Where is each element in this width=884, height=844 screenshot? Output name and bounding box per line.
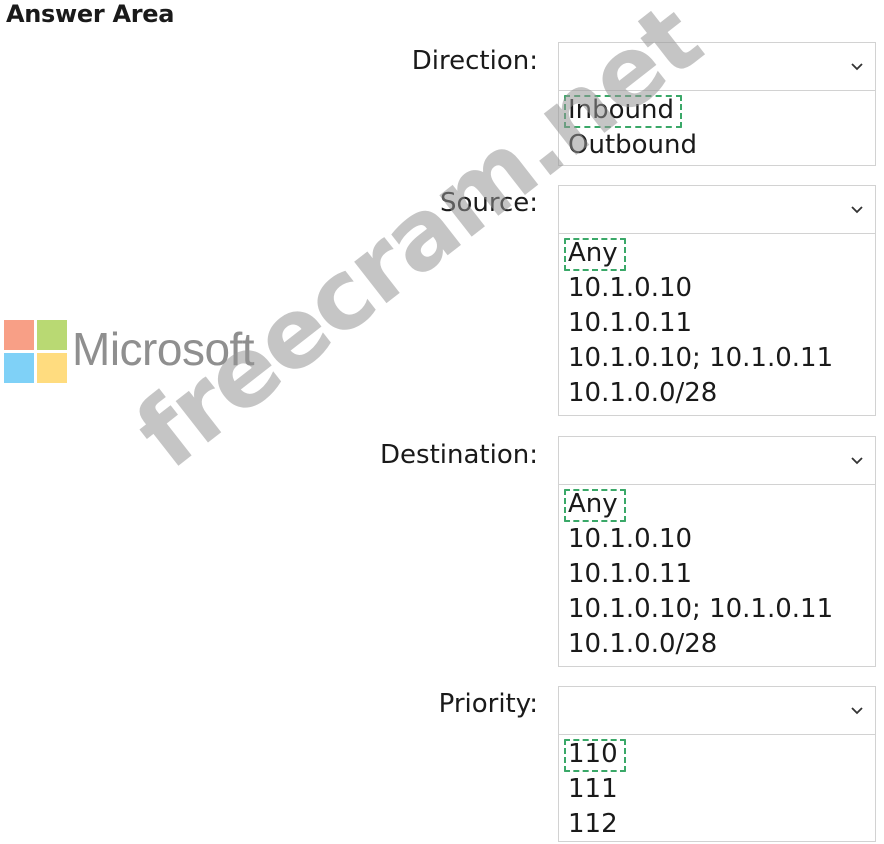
option-text: 111 [568, 774, 618, 804]
destination-option-both[interactable]: 10.1.0.10; 10.1.0.11 [568, 592, 875, 627]
direction-dropdown[interactable] [558, 42, 876, 90]
source-option-both[interactable]: 10.1.0.10; 10.1.0.11 [568, 341, 875, 376]
priority-label: Priority: [438, 689, 538, 719]
source-dropdown[interactable] [558, 185, 876, 233]
source-option-10-1-0-11[interactable]: 10.1.0.11 [568, 306, 875, 341]
priority-dropdown[interactable] [558, 686, 876, 734]
priority-option-110[interactable]: 110 [564, 737, 875, 772]
priority-option-112[interactable]: 112 [568, 807, 875, 842]
source-option-subnet[interactable]: 10.1.0.0/28 [568, 376, 875, 411]
option-text: 10.1.0.0/28 [568, 629, 718, 659]
destination-option-10-1-0-10[interactable]: 10.1.0.10 [568, 522, 875, 557]
option-text: 10.1.0.10 [568, 273, 693, 303]
destination-option-subnet[interactable]: 10.1.0.0/28 [568, 627, 875, 662]
answer-area-title: Answer Area [6, 0, 175, 28]
direction-options: Inbound Outbound [558, 90, 876, 166]
direction-option-outbound[interactable]: Outbound [568, 128, 875, 163]
destination-options: Any 10.1.0.10 10.1.0.11 10.1.0.10; 10.1.… [558, 484, 876, 667]
option-text: 10.1.0.11 [568, 559, 693, 589]
option-text: 10.1.0.11 [568, 308, 693, 338]
chevron-down-icon [851, 63, 863, 71]
chevron-down-icon [851, 457, 863, 465]
priority-options: 110 111 112 [558, 734, 876, 842]
destination-option-any[interactable]: Any [564, 487, 875, 522]
option-text: 10.1.0.10; 10.1.0.11 [568, 343, 834, 373]
source-option-10-1-0-10[interactable]: 10.1.0.10 [568, 271, 875, 306]
option-text: Any [564, 236, 626, 271]
destination-option-10-1-0-11[interactable]: 10.1.0.11 [568, 557, 875, 592]
chevron-down-icon [851, 206, 863, 214]
option-text: Any [564, 487, 626, 522]
option-text: Inbound [563, 93, 683, 128]
direction-option-inbound[interactable]: Inbound [563, 93, 875, 128]
destination-dropdown[interactable] [558, 436, 876, 484]
microsoft-logo-text: Microsoft [72, 323, 255, 375]
source-option-any[interactable]: Any [564, 236, 875, 271]
option-text: 10.1.0.0/28 [568, 378, 718, 408]
source-label: Source: [439, 188, 538, 218]
option-text: 112 [568, 809, 618, 839]
option-text: 110 [564, 737, 626, 772]
option-text: Outbound [568, 130, 698, 160]
direction-label: Direction: [411, 46, 538, 76]
priority-option-111[interactable]: 111 [568, 772, 875, 807]
destination-label: Destination: [380, 440, 538, 470]
chevron-down-icon [851, 707, 863, 715]
option-text: 10.1.0.10; 10.1.0.11 [568, 594, 834, 624]
option-text: 10.1.0.10 [568, 524, 693, 554]
source-options: Any 10.1.0.10 10.1.0.11 10.1.0.10; 10.1.… [558, 233, 876, 416]
microsoft-logo-icon [4, 320, 67, 383]
